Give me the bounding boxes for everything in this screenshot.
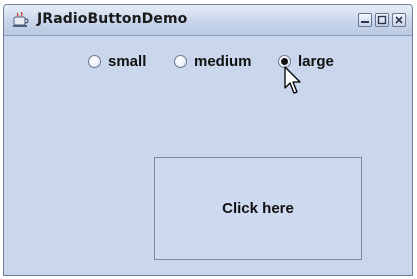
radio-medium-label[interactable]: medium [194, 53, 252, 70]
mouse-pointer-icon [284, 66, 301, 94]
minimize-icon[interactable] [358, 13, 372, 27]
content-panel: small medium large Click here [4, 36, 412, 275]
size-radio-group: small medium large [8, 36, 412, 86]
click-here-button[interactable]: Click here [154, 157, 362, 260]
radio-medium[interactable]: medium [174, 53, 252, 70]
title-bar[interactable]: JRadioButtonDemo [4, 5, 412, 36]
app-window: JRadioButtonDemo small medium large Clic… [3, 4, 413, 276]
click-here-button-label: Click here [222, 200, 294, 217]
window-title: JRadioButtonDemo [37, 11, 188, 27]
java-app-icon [13, 11, 30, 28]
radio-small-label[interactable]: small [108, 53, 146, 70]
radio-small[interactable]: small [88, 53, 146, 70]
close-icon[interactable] [392, 13, 406, 27]
maximize-icon[interactable] [375, 13, 389, 27]
radio-small-indicator[interactable] [88, 54, 101, 68]
radio-medium-indicator[interactable] [174, 54, 187, 68]
